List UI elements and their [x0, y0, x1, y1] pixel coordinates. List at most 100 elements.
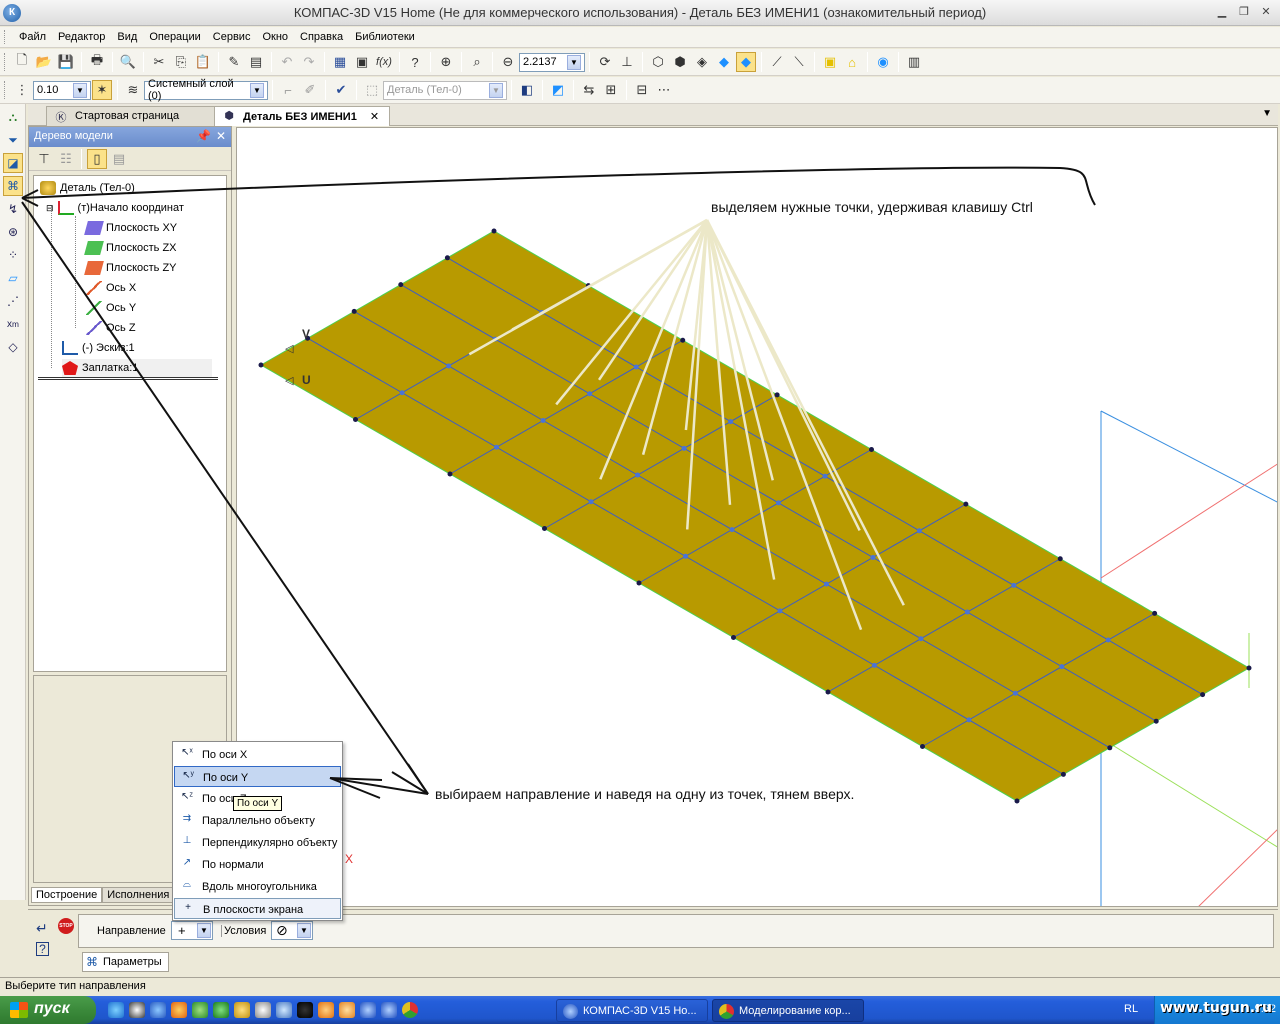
tree-item[interactable]: Ось Y — [86, 299, 136, 317]
menu-item-axis-y[interactable]: ↖ʸ По оси Y — [174, 766, 341, 787]
aux-geometry-icon[interactable]: ⊛ — [3, 222, 23, 242]
surface-point[interactable] — [728, 419, 734, 425]
surface-point[interactable] — [587, 391, 593, 397]
tree-structure-icon[interactable]: ⊤ — [34, 149, 54, 169]
surface-point[interactable] — [822, 473, 828, 479]
surface-point[interactable] — [258, 362, 264, 368]
toolbar-options-icon[interactable]: ▥ — [904, 52, 924, 72]
orientation-icon[interactable]: ⊥ — [617, 52, 637, 72]
menu-item-perpendicular[interactable]: ⊥ Перпендикулярно объекту — [174, 832, 341, 853]
print-preview-icon[interactable]: 🔍 — [118, 52, 138, 72]
print-icon[interactable]: 🖶 — [87, 52, 107, 72]
surface-point[interactable] — [542, 526, 547, 531]
surfaces-icon[interactable]: ◪ — [3, 153, 23, 173]
surface-point[interactable] — [444, 255, 450, 261]
desktop-icon[interactable] — [276, 1002, 292, 1018]
conditions-combo[interactable]: ⊘ ▼ — [271, 921, 313, 940]
spatial-curves-icon[interactable]: ↯ — [3, 199, 23, 219]
arrays-icon[interactable]: ⋰ — [3, 291, 23, 311]
window-icon[interactable] — [255, 1002, 271, 1018]
measure-icon[interactable]: ⊞ — [601, 80, 621, 100]
cube-display-icon[interactable]: ▣ — [820, 52, 840, 72]
tree-item[interactable]: Плоскость XY — [84, 219, 177, 237]
thin-lines-icon[interactable]: ◈ — [692, 52, 712, 72]
surface-point[interactable] — [966, 717, 972, 723]
undo-icon[interactable]: ↶ — [277, 52, 297, 72]
menu-item-parallel[interactable]: ⇉ Параллельно объекту — [174, 810, 341, 831]
tab-construction[interactable]: Построение — [31, 887, 103, 903]
display-mode-icon[interactable]: ⌂ — [842, 52, 862, 72]
language-indicator[interactable]: RL — [1124, 1003, 1138, 1015]
menu-item-polygon[interactable]: ⌓ Вдоль многоугольника — [174, 876, 341, 897]
surface-point[interactable] — [729, 527, 735, 533]
tree-item-selected[interactable]: Заплатка:1 — [62, 359, 212, 377]
close-tab-icon[interactable]: ✕ — [370, 111, 379, 123]
surface-point[interactable] — [1014, 798, 1020, 804]
notes-icon[interactable] — [234, 1002, 250, 1018]
surface-point[interactable] — [916, 528, 922, 534]
chevron-down-icon[interactable]: ▼ — [297, 923, 311, 938]
close-button[interactable]: ✕ — [1256, 4, 1276, 21]
surface-point[interactable] — [731, 635, 736, 640]
surface-point[interactable] — [633, 364, 639, 370]
gear-icon[interactable] — [297, 1002, 313, 1018]
surface-point[interactable] — [446, 363, 452, 369]
kompas-quick-icon[interactable] — [360, 1002, 376, 1018]
snap-icon[interactable]: ✶ — [92, 80, 112, 100]
surface-point[interactable] — [1153, 718, 1159, 724]
firefox-icon[interactable] — [171, 1002, 187, 1018]
surface-point[interactable] — [680, 337, 686, 343]
section-icon[interactable]: ⟍ — [789, 52, 809, 72]
spec-icon[interactable]: ⊟ — [632, 80, 652, 100]
globe-icon[interactable]: ◉ — [873, 52, 893, 72]
surface-point[interactable] — [353, 417, 358, 422]
tree-item[interactable]: Плоскость ZX — [84, 239, 177, 257]
chevron-down-icon[interactable]: ▼ — [489, 82, 503, 98]
surface-point[interactable] — [825, 689, 831, 695]
function-icon[interactable]: f(x) — [374, 52, 394, 72]
tab-start-page[interactable]: Ⓚ Стартовая страница — [46, 106, 226, 126]
sketch-plane-icon[interactable]: ⌐ — [278, 80, 298, 100]
menu-view[interactable]: Вид — [111, 31, 143, 43]
menu-item-axis-x[interactable]: ↖ˣ По оси X — [174, 744, 341, 765]
surface-point[interactable] — [774, 392, 780, 398]
patch-tool-icon[interactable]: ⌘ — [3, 176, 23, 196]
surface-point[interactable] — [920, 744, 925, 749]
tool-icon[interactable] — [192, 1002, 208, 1018]
appearance-icon[interactable]: ◧ — [517, 80, 537, 100]
chevron-down-icon[interactable]: ▼ — [567, 54, 581, 70]
dimensions-icon[interactable]: xm — [3, 314, 23, 334]
surface-point[interactable] — [447, 471, 453, 477]
tab-part-document[interactable]: ⬢ Деталь БЕЗ ИМЕНИ1 ✕ — [214, 106, 390, 126]
surface-point[interactable] — [398, 282, 404, 288]
direction-combo[interactable]: + ▼ — [171, 921, 213, 940]
color-icon[interactable]: ◩ — [548, 80, 568, 100]
surface-point[interactable] — [964, 609, 970, 615]
edit-icon[interactable]: ✐ — [300, 80, 320, 100]
tree-item[interactable]: Плоскость ZY — [84, 259, 177, 277]
redo-icon[interactable]: ↷ — [299, 52, 319, 72]
app-icon[interactable] — [318, 1002, 334, 1018]
chevron-down-icon[interactable]: ▼ — [250, 82, 264, 98]
perspective-icon[interactable]: ⟋ — [767, 52, 787, 72]
menu-item-screen-plane[interactable]: + В плоскости экрана — [174, 898, 341, 919]
tree-view-mode-icon[interactable]: ▯ — [87, 148, 107, 169]
surface-point[interactable] — [870, 554, 876, 560]
attributes-icon[interactable]: ⇆ — [579, 80, 599, 100]
surface-point[interactable] — [399, 390, 405, 396]
vlc-icon[interactable] — [339, 1002, 355, 1018]
halftone-icon[interactable]: ◆ — [714, 52, 734, 72]
surface-point[interactable] — [491, 228, 497, 234]
surface-point[interactable] — [1060, 771, 1066, 777]
surface-point[interactable] — [588, 499, 594, 505]
tab-parameters[interactable]: ⌘ Параметры — [82, 952, 169, 972]
menu-libraries[interactable]: Библиотеки — [349, 31, 421, 43]
tree-item[interactable]: Ось X — [86, 279, 136, 297]
surface-point[interactable] — [1057, 556, 1063, 562]
menu-operations[interactable]: Операции — [143, 31, 206, 43]
edit-part-icon[interactable]: ⛬ — [3, 107, 23, 127]
chrome-icon[interactable] — [402, 1002, 418, 1018]
ie-icon[interactable] — [108, 1002, 124, 1018]
tree-list-icon[interactable]: ▤ — [109, 149, 129, 169]
menu-editor[interactable]: Редактор — [52, 31, 111, 43]
